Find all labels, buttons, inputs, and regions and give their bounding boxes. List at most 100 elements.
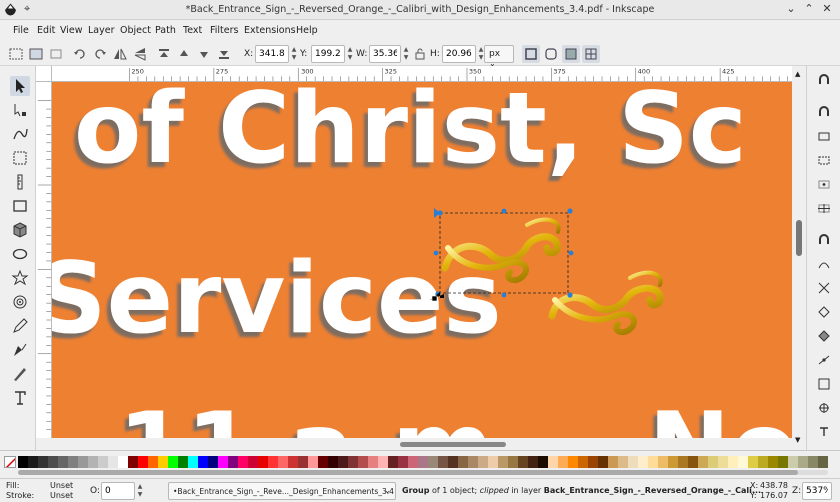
snap-text-baseline-icon[interactable]	[816, 424, 832, 440]
snap-cusp-icon[interactable]	[816, 304, 832, 320]
y-field[interactable]	[311, 45, 345, 63]
color-swatch[interactable]	[638, 456, 648, 468]
color-swatch[interactable]	[178, 456, 188, 468]
color-swatch[interactable]	[208, 456, 218, 468]
color-swatch[interactable]	[698, 456, 708, 468]
vertical-scroll-thumb[interactable]	[796, 220, 802, 256]
scale-corners-icon[interactable]	[542, 45, 560, 63]
snap-rotation-center-icon[interactable]	[816, 400, 832, 416]
color-swatch[interactable]	[808, 456, 818, 468]
color-swatch[interactable]	[448, 456, 458, 468]
vertical-scrollbar[interactable]: ▲ ▼	[792, 66, 806, 450]
color-swatch[interactable]	[328, 456, 338, 468]
color-swatch[interactable]	[38, 456, 48, 468]
width-field[interactable]	[369, 45, 401, 63]
zoom-tool-icon[interactable]	[10, 148, 30, 168]
pencil-tool-icon[interactable]	[10, 316, 30, 336]
color-swatch[interactable]	[798, 456, 808, 468]
color-swatch[interactable]	[378, 456, 388, 468]
menu-edit[interactable]: Edit	[37, 25, 55, 36]
opacity-field[interactable]	[101, 482, 135, 500]
color-swatch[interactable]	[818, 456, 828, 468]
snap-smooth-icon[interactable]	[816, 328, 832, 344]
color-swatch[interactable]	[198, 456, 208, 468]
vertical-ruler[interactable]	[36, 82, 52, 438]
color-swatch[interactable]	[748, 456, 758, 468]
color-swatch[interactable]	[618, 456, 628, 468]
menu-help[interactable]: Help	[296, 25, 318, 36]
color-swatch[interactable]	[708, 456, 718, 468]
color-swatch[interactable]	[658, 456, 668, 468]
scale-stroke-icon[interactable]	[522, 45, 540, 63]
calligraphy-tool-icon[interactable]	[10, 364, 30, 384]
height-field[interactable]	[442, 45, 476, 63]
minimize-icon[interactable]: ⌄	[784, 2, 798, 16]
color-swatch[interactable]	[608, 456, 618, 468]
color-swatch[interactable]	[728, 456, 738, 468]
maximize-icon[interactable]: ⌃	[802, 2, 816, 16]
menu-view[interactable]: View	[60, 25, 83, 36]
color-swatch[interactable]	[248, 456, 258, 468]
snap-toggle-icon[interactable]	[816, 72, 832, 88]
color-swatch[interactable]	[108, 456, 118, 468]
palette-scroll-thumb[interactable]	[18, 470, 798, 475]
color-swatch[interactable]	[768, 456, 778, 468]
color-swatch[interactable]	[218, 456, 228, 468]
menu-text[interactable]: Text	[183, 25, 202, 36]
color-swatch[interactable]	[588, 456, 598, 468]
x-field[interactable]	[255, 45, 289, 63]
color-swatch[interactable]	[548, 456, 558, 468]
snap-bbox-edge-icon[interactable]	[816, 128, 832, 144]
color-swatch[interactable]	[498, 456, 508, 468]
deselect-icon[interactable]	[48, 46, 64, 62]
color-swatch[interactable]	[188, 456, 198, 468]
stroke-value[interactable]: Unset	[50, 491, 73, 500]
menu-extensions[interactable]: Extensions	[244, 25, 296, 36]
color-swatch[interactable]	[268, 456, 278, 468]
snap-bbox-midpoint-icon[interactable]	[816, 176, 832, 192]
sign-text-line3[interactable]: 11 a.m. – Noon	[118, 392, 792, 438]
color-swatch[interactable]	[98, 456, 108, 468]
select-all-layers-icon[interactable]	[28, 46, 44, 62]
menu-path[interactable]: Path	[155, 25, 176, 36]
selector-tool-icon[interactable]	[10, 76, 30, 96]
color-swatch[interactable]	[118, 456, 128, 468]
color-swatch[interactable]	[458, 456, 468, 468]
snap-object-midpoint-icon[interactable]	[816, 376, 832, 392]
transform-patterns-icon[interactable]	[582, 45, 600, 63]
transform-gradients-icon[interactable]	[562, 45, 580, 63]
star-tool-icon[interactable]	[10, 268, 30, 288]
select-all-icon[interactable]	[8, 46, 24, 62]
color-swatch[interactable]	[668, 456, 678, 468]
color-swatch[interactable]	[148, 456, 158, 468]
snap-midpoint-icon[interactable]	[816, 352, 832, 368]
snap-bbox-icon[interactable]	[816, 104, 832, 120]
color-swatch[interactable]	[418, 456, 428, 468]
color-swatch[interactable]	[538, 456, 548, 468]
color-swatch[interactable]	[398, 456, 408, 468]
color-swatch[interactable]	[778, 456, 788, 468]
color-swatch[interactable]	[558, 456, 568, 468]
color-swatch[interactable]	[488, 456, 498, 468]
color-swatch[interactable]	[528, 456, 538, 468]
color-swatch[interactable]	[68, 456, 78, 468]
color-swatch[interactable]	[298, 456, 308, 468]
tweak-tool-icon[interactable]	[10, 124, 30, 144]
palette-scrollbar[interactable]	[18, 470, 828, 475]
horizontal-ruler[interactable]: 250 275 300 325 350 375 400 425	[52, 66, 792, 82]
color-swatch[interactable]	[468, 456, 478, 468]
color-swatch[interactable]	[598, 456, 608, 468]
color-swatch[interactable]	[648, 456, 658, 468]
color-swatch[interactable]	[288, 456, 298, 468]
color-swatch[interactable]	[58, 456, 68, 468]
opacity-spin-icon[interactable]: ▲ ▼	[136, 483, 144, 499]
rotate-cw-icon[interactable]	[92, 46, 108, 62]
scroll-down-icon[interactable]: ▼	[795, 436, 800, 444]
sign-text-line1[interactable]: of Christ, Sc	[74, 82, 747, 186]
flip-horizontal-icon[interactable]	[112, 46, 128, 62]
color-swatch[interactable]	[408, 456, 418, 468]
text-tool-icon[interactable]	[10, 388, 30, 408]
color-swatch[interactable]	[368, 456, 378, 468]
unit-select[interactable]: px ⌄	[484, 45, 514, 68]
rectangle-tool-icon[interactable]	[10, 196, 30, 216]
